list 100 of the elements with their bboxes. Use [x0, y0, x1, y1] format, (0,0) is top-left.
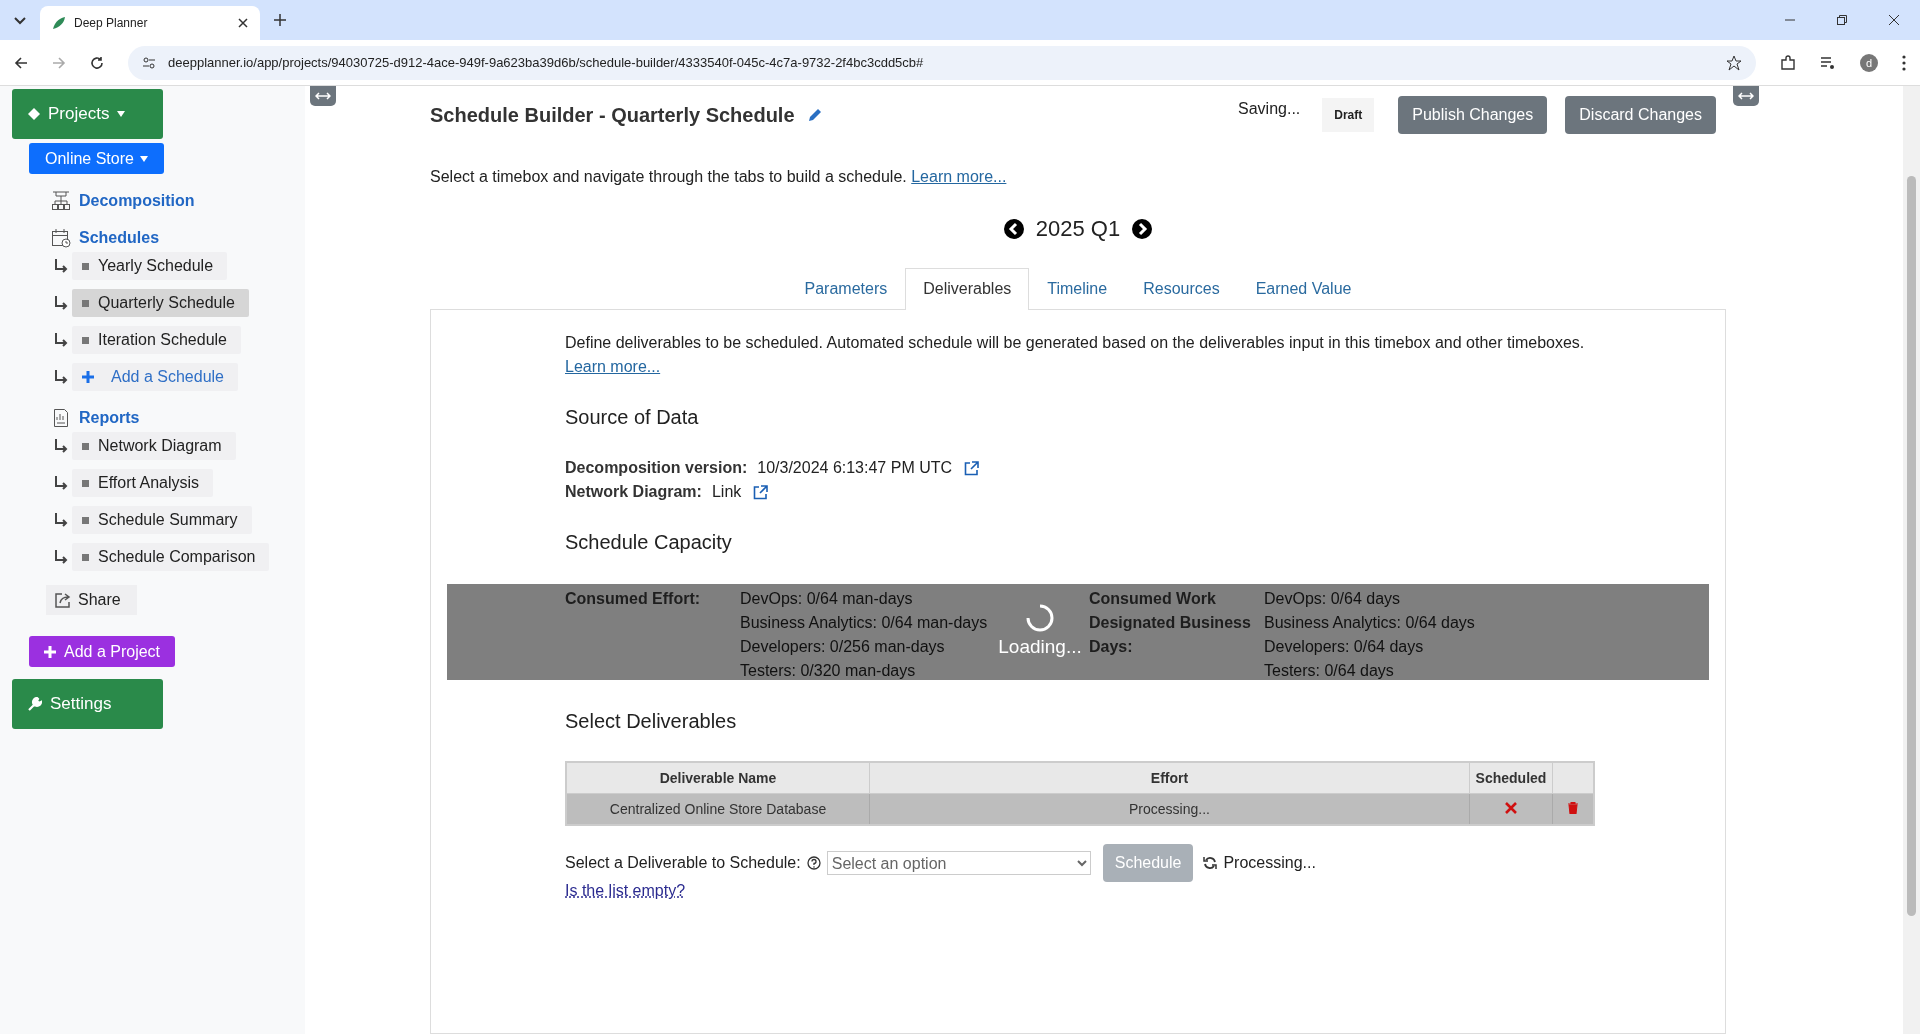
close-icon[interactable] [1888, 14, 1900, 26]
plus-icon [44, 645, 56, 658]
help-icon[interactable] [806, 856, 821, 870]
report-icon [51, 408, 71, 428]
external-link-icon[interactable] [964, 460, 980, 476]
close-icon[interactable] [238, 18, 248, 28]
tab[interactable]: Parameters [786, 268, 906, 309]
field-label: Decomposition version: [565, 459, 748, 477]
learn-more-link[interactable]: Learn more... [911, 168, 1007, 185]
settings-button[interactable]: Settings [12, 679, 163, 729]
section-heading: Schedule Capacity [565, 531, 732, 554]
intro-text: Select a timebox and navigate through the tabs to build a schedule. Learn more... [430, 168, 1008, 186]
nav-item[interactable]: Iteration Schedule [72, 326, 241, 354]
nav-item[interactable]: Effort Analysis [72, 469, 214, 497]
add-project-button[interactable]: Add a Project [29, 636, 176, 667]
nav-item[interactable]: Quarterly Schedule [72, 289, 249, 317]
star-icon[interactable] [1726, 54, 1742, 71]
nav-item[interactable]: Yearly Schedule [72, 252, 228, 280]
address-bar[interactable]: deepplanner.io/app/projects/94030725-d912-4ace-949f-9a623ba39d6b/schedule-builder/4333540f-045c-4c7a-9732-2f4bc3cdd5cb# [128, 45, 1756, 80]
nav-section-link[interactable]: Decomposition [79, 192, 195, 210]
column-header: Deliverable Name [566, 762, 870, 794]
diamond-icon [28, 108, 40, 120]
media-list-icon[interactable] [1820, 54, 1836, 71]
nav-item[interactable]: Schedule Comparison [72, 543, 270, 571]
elbow-arrow-icon [54, 513, 68, 527]
save-status: Saving... [1238, 100, 1301, 118]
capacity-label: Consumed Effort: [565, 589, 702, 609]
trash-icon[interactable] [1568, 802, 1578, 814]
empty-list-link[interactable]: Is the list empty? [565, 882, 686, 900]
nav-section-link[interactable]: Schedules [79, 229, 160, 247]
project-dropdown[interactable]: Online Store [29, 143, 164, 174]
deliverable-select[interactable]: Select an option [826, 851, 1091, 875]
draft-badge: Draft [1322, 98, 1375, 132]
previous-icon[interactable] [1003, 219, 1024, 239]
next-icon[interactable] [1132, 219, 1153, 239]
table-cell: Centralized Online Store Database [566, 793, 870, 825]
page-title: Schedule Builder - Quarterly Schedule [430, 103, 795, 127]
refresh-icon [1203, 856, 1218, 870]
share-button[interactable]: Share [46, 585, 137, 615]
elbow-arrow-icon [54, 476, 68, 490]
wrench-icon [28, 697, 42, 711]
external-link-icon[interactable] [753, 484, 769, 500]
leaf-icon [52, 16, 66, 30]
url-text: deepplanner.io/app/projects/94030725-d912-4ace-949f-9a623ba39d6b/schedule-builder/4333540f-045c-4c7a-9732-2f4bc3cdd5cb# [168, 55, 925, 70]
column-header: Scheduled [1469, 762, 1553, 794]
publish-button[interactable]: Publish Changes [1398, 96, 1548, 134]
capacity-value: Testers: 0/64 days [1264, 661, 1395, 681]
tab-title: Deep Planner [74, 16, 149, 30]
restore-icon[interactable] [1836, 14, 1848, 26]
capacity-value: Developers: 0/64 days [1264, 637, 1425, 657]
section-heading: Select Deliverables [565, 710, 737, 733]
nav-section-link[interactable]: Reports [79, 409, 140, 427]
tab[interactable]: Earned Value [1237, 268, 1370, 309]
plus-icon [82, 371, 94, 383]
capacity-label: Consumed Work Designated Business Days: [1089, 589, 1252, 657]
learn-more-link[interactable]: Learn more... [565, 358, 661, 376]
double-arrow-icon [1738, 92, 1754, 100]
discard-button[interactable]: Discard Changes [1565, 96, 1716, 134]
elbow-arrow-icon [54, 259, 68, 273]
table-cell: Processing... [869, 793, 1470, 825]
elbow-arrow-icon [54, 550, 68, 564]
tab[interactable]: Deliverables [905, 268, 1030, 310]
more-icon[interactable] [1902, 54, 1906, 71]
back-icon[interactable] [14, 55, 28, 70]
capacity-value: Business Analytics: 0/64 man-days [740, 613, 988, 633]
field-value: Link [711, 483, 742, 501]
profile-avatar[interactable]: d [1860, 53, 1878, 72]
capacity-value: Developers: 0/256 man-days [740, 637, 946, 657]
field-value: 10/3/2024 6:13:47 PM UTC [757, 459, 953, 477]
nav-item[interactable]: Network Diagram [72, 432, 236, 460]
scrollbar-thumb[interactable] [1907, 176, 1916, 916]
add-schedule-link[interactable]: Add a Schedule [72, 363, 238, 391]
elbow-arrow-icon [54, 333, 68, 347]
collapse-panel-button[interactable] [1733, 86, 1759, 106]
puzzle-icon[interactable] [1780, 54, 1796, 71]
elbow-arrow-icon [54, 296, 68, 310]
loading-text: Loading... [998, 636, 1082, 658]
pencil-icon[interactable] [806, 107, 823, 123]
elbow-arrow-icon [54, 370, 68, 384]
site-settings-icon[interactable] [142, 55, 156, 70]
field-label: Select a Deliverable to Schedule: [565, 854, 801, 872]
tab[interactable]: Timeline [1029, 268, 1126, 309]
new-tab-icon[interactable] [274, 14, 286, 26]
caret-icon [139, 155, 148, 162]
reload-icon[interactable] [90, 55, 104, 70]
projects-button[interactable]: Projects [12, 89, 163, 139]
timebox-label: 2025 Q1 [1035, 216, 1121, 242]
capacity-value: Testers: 0/320 man-days [740, 661, 917, 681]
section-heading: Source of Data [565, 406, 699, 429]
processing-text: Processing... [1223, 854, 1316, 872]
description-text: Define deliverables to be scheduled. Automated schedule will be generated based on the deliverables input in this timebox and other timeboxes. [565, 334, 1585, 352]
browser-tab[interactable]: Deep Planner [40, 6, 260, 40]
nav-item[interactable]: Schedule Summary [72, 506, 252, 534]
elbow-arrow-icon [54, 439, 68, 453]
capacity-value: DevOps: 0/64 man-days [740, 589, 914, 609]
spinner-icon [1026, 604, 1054, 632]
tab[interactable]: Resources [1125, 268, 1238, 309]
share-icon [54, 591, 72, 609]
collapse-sidebar-button[interactable] [310, 86, 336, 106]
caret-icon [117, 111, 126, 117]
